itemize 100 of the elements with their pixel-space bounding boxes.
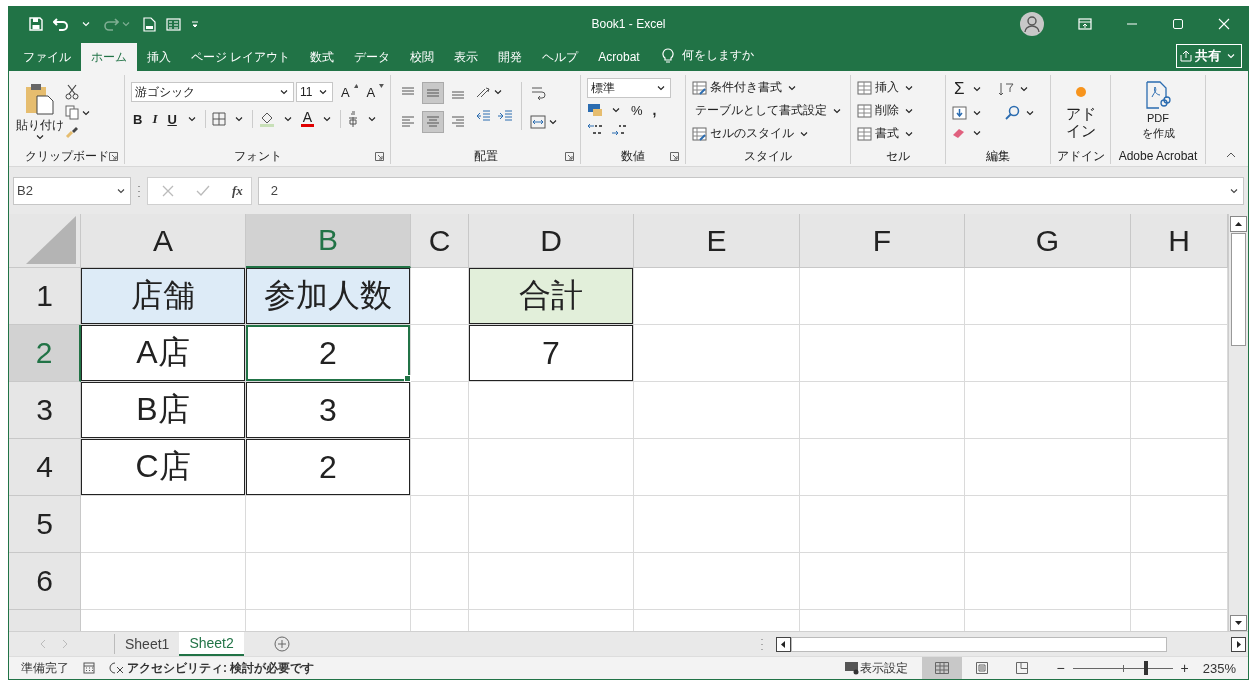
sheet-cell[interactable]: 参加人数 <box>246 268 411 325</box>
sheet-cell[interactable] <box>81 553 246 610</box>
paint-bucket-icon[interactable] <box>258 111 275 127</box>
dot-icon[interactable] <box>1075 87 1086 97</box>
bold-button[interactable]: B <box>131 111 145 127</box>
pdf-icon[interactable] <box>1145 81 1171 109</box>
sort-filter-icon[interactable] <box>997 82 1014 96</box>
sheet-cell[interactable] <box>246 496 411 553</box>
style-button[interactable]: 条件付き書式 <box>710 79 782 96</box>
add-sheet-icon[interactable] <box>273 636 290 652</box>
eraser-icon[interactable] <box>952 127 967 139</box>
underline-button[interactable]: U <box>165 111 179 127</box>
currency-icon[interactable] <box>587 103 603 117</box>
sheet-cell[interactable] <box>634 325 800 382</box>
row-header[interactable]: 1 <box>9 268 81 325</box>
caret-icon[interactable] <box>283 116 292 122</box>
document-icon[interactable] <box>143 16 156 32</box>
menu-tab[interactable]: 挿入 <box>137 43 181 71</box>
column-header[interactable]: E <box>634 214 800 268</box>
sheet-cell[interactable] <box>634 553 800 610</box>
dialog-launcher-icon[interactable] <box>670 151 679 161</box>
sheet-cell[interactable] <box>411 382 469 439</box>
sheet-tab[interactable]: Sheet1 <box>115 632 180 656</box>
sheet-cell[interactable] <box>411 325 469 382</box>
horizontal-scrollbar[interactable] <box>776 636 1246 652</box>
percent-button[interactable]: % <box>629 102 645 118</box>
sheet-cell[interactable] <box>800 325 965 382</box>
menu-tab[interactable]: 校閲 <box>400 43 445 71</box>
sheet-cell[interactable] <box>411 439 469 496</box>
tell-me-search[interactable]: 何をしますか <box>681 47 754 64</box>
style-button[interactable]: テーブルとして書式設定 <box>695 102 827 119</box>
scrollbar-thumb[interactable] <box>791 636 1167 652</box>
zoom-thumb[interactable] <box>1143 661 1148 675</box>
sheet-cell[interactable] <box>411 553 469 610</box>
avatar-icon[interactable] <box>1020 12 1044 36</box>
sheet-cell[interactable]: B店 <box>81 382 246 439</box>
ribbon-display-icon[interactable] <box>1078 18 1092 30</box>
cells-button[interactable]: 書式 <box>875 125 899 142</box>
font-size-field[interactable]: 11 <box>295 82 333 102</box>
display-settings-icon[interactable] <box>844 661 861 675</box>
sheet-cell[interactable]: A店 <box>81 325 246 382</box>
sheet-cell[interactable]: 合計 <box>469 268 634 325</box>
caret-icon[interactable] <box>788 84 796 91</box>
caret-icon[interactable] <box>905 107 913 114</box>
row-header[interactable]: 2 <box>9 325 81 382</box>
fill-down-icon[interactable] <box>952 106 967 120</box>
sheet-cell[interactable] <box>800 268 965 325</box>
alignment-button[interactable] <box>422 111 444 133</box>
sheet-cell[interactable]: C店 <box>81 439 246 496</box>
cells-icon[interactable] <box>857 103 872 118</box>
caret-icon[interactable] <box>318 89 327 95</box>
caret-icon[interactable] <box>187 116 196 122</box>
sheet-cell[interactable] <box>469 382 634 439</box>
caret-icon[interactable] <box>973 130 981 136</box>
sheet-cell[interactable]: 2 <box>246 439 411 496</box>
caret-icon[interactable] <box>279 89 288 95</box>
sheet-cell[interactable]: 店舗 <box>81 268 246 325</box>
orientation-icon[interactable] <box>475 85 491 99</box>
form-icon[interactable] <box>166 17 181 31</box>
row-header[interactable]: 4 <box>9 439 81 496</box>
sheet-cell[interactable] <box>469 553 634 610</box>
caret-icon[interactable] <box>234 116 243 122</box>
sheet-cell[interactable] <box>411 496 469 553</box>
vertical-scrollbar[interactable] <box>1228 214 1248 631</box>
caret-icon[interactable] <box>657 85 665 91</box>
sheet-cell[interactable] <box>965 439 1131 496</box>
sheet-cell[interactable]: 2 <box>246 325 411 382</box>
cells-button[interactable]: 挿入 <box>875 79 899 96</box>
cells-button[interactable]: 削除 <box>875 102 899 119</box>
decimal-increase-icon[interactable] <box>587 122 603 136</box>
caret-icon[interactable] <box>800 130 808 137</box>
sheet-tab[interactable]: Sheet2 <box>179 632 244 656</box>
column-header[interactable]: G <box>965 214 1131 268</box>
check-icon[interactable] <box>196 184 210 197</box>
cells-icon[interactable] <box>857 80 872 95</box>
indent-decrease-icon[interactable] <box>475 109 491 123</box>
caret-icon[interactable] <box>973 110 981 116</box>
menu-tab[interactable]: 表示 <box>444 43 489 71</box>
dialog-launcher-icon[interactable] <box>375 151 384 161</box>
wrap-text-icon[interactable] <box>530 85 546 101</box>
zoom-out-button[interactable]: − <box>1056 660 1065 676</box>
table-style-icon[interactable] <box>692 80 707 95</box>
zoom-in-button[interactable]: + <box>1180 660 1189 676</box>
row-header[interactable]: 5 <box>9 496 81 553</box>
cancel-icon[interactable] <box>162 184 174 197</box>
sheet-cell[interactable] <box>634 268 800 325</box>
sheet-cell[interactable] <box>965 382 1131 439</box>
sheet-cell[interactable] <box>800 496 965 553</box>
indent-increase-icon[interactable] <box>497 109 513 123</box>
accessibility-icon[interactable] <box>109 661 125 675</box>
close-icon[interactable] <box>1218 18 1230 30</box>
caret-icon[interactable] <box>82 109 90 116</box>
customize-icon[interactable] <box>191 20 199 28</box>
caret-icon[interactable] <box>833 107 841 114</box>
grow-font-button[interactable]: A <box>338 84 352 100</box>
brush-icon[interactable] <box>65 125 79 139</box>
dialog-launcher-icon[interactable] <box>565 151 574 161</box>
sheet-cell[interactable] <box>634 382 800 439</box>
menu-tab[interactable]: 開発 <box>488 43 533 71</box>
merge-icon[interactable] <box>530 115 546 129</box>
